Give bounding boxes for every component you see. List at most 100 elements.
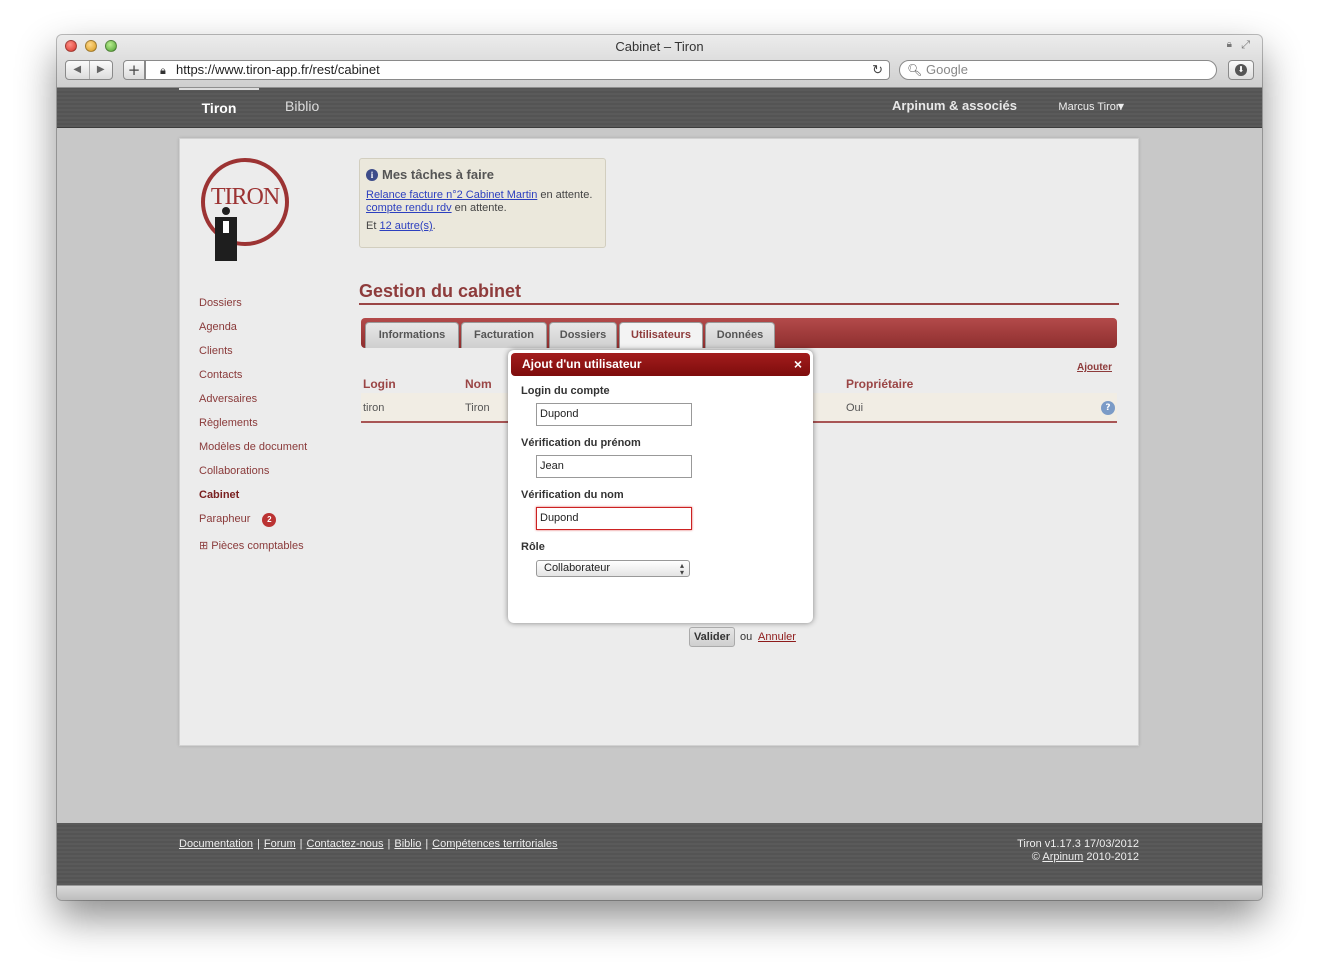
lock-icon: 🔒︎ bbox=[1226, 39, 1232, 50]
task-status: en attente. bbox=[451, 202, 507, 214]
task-status: en attente. bbox=[537, 189, 593, 201]
task-link-compte-rendu[interactable]: compte rendu rdv bbox=[366, 202, 452, 214]
cell-login: tiron bbox=[363, 402, 385, 414]
tab-informations[interactable]: Informations bbox=[365, 322, 459, 348]
tiron-logo: TIRON bbox=[201, 158, 289, 261]
select-arrows-icon: ▴ ▾ bbox=[679, 561, 684, 577]
search-placeholder: Google bbox=[926, 62, 968, 77]
lastname-label: Vérification du nom bbox=[521, 489, 624, 501]
search-icon: 🔍︎ bbox=[907, 63, 923, 77]
url-text: https://www.tiron-app.fr/rest/cabinet bbox=[176, 62, 380, 77]
sidebar-item-adversaires[interactable]: Adversaires bbox=[199, 393, 349, 417]
firstname-input[interactable]: Jean bbox=[536, 455, 692, 478]
footer-link-competences[interactable]: Compétences territoriales bbox=[432, 838, 557, 850]
sidebar-item-reglements[interactable]: Règlements bbox=[199, 417, 349, 441]
forward-button[interactable]: ▶ bbox=[90, 61, 113, 79]
footer-link-documentation[interactable]: Documentation bbox=[179, 838, 253, 850]
login-input[interactable]: Dupond bbox=[536, 403, 692, 426]
task-link-relance[interactable]: Relance facture n°2 Cabinet Martin bbox=[366, 189, 537, 201]
login-label: Login du compte bbox=[521, 385, 610, 397]
role-select[interactable]: Collaborateur ▴ ▾ bbox=[536, 560, 690, 577]
copyright-years: 2010-2012 bbox=[1083, 851, 1139, 863]
sidebar-item-dossiers[interactable]: Dossiers bbox=[199, 297, 349, 321]
footer-link-contact[interactable]: Contactez-nous bbox=[307, 838, 384, 850]
or-text: ou bbox=[740, 631, 753, 643]
sidebar-item-pieces-comptables[interactable]: ⊞ Pièces comptables bbox=[199, 539, 349, 552]
lastname-input[interactable]: Dupond bbox=[536, 507, 692, 530]
add-user-dialog: Ajout d'un utilisateur × Login du compte… bbox=[508, 350, 813, 647]
url-bar[interactable]: 🔒︎ https://www.tiron-app.fr/rest/cabinet… bbox=[145, 60, 890, 80]
copyright-prefix: © bbox=[1031, 851, 1043, 863]
task-more: Et 12 autre(s). bbox=[366, 220, 599, 233]
history-buttons: ◀ ▶ bbox=[65, 60, 113, 80]
cell-nom: Tiron bbox=[465, 402, 490, 414]
sidebar-item-collaborations[interactable]: Collaborations bbox=[199, 465, 349, 489]
tab-facturation[interactable]: Facturation bbox=[461, 322, 547, 348]
app-top-nav: Tiron Biblio Arpinum & associés Marcus T… bbox=[57, 88, 1262, 128]
help-icon[interactable]: ? bbox=[1101, 401, 1115, 415]
column-header-login: Login bbox=[363, 377, 396, 391]
notification-badge: 2 bbox=[262, 513, 277, 527]
tab-dossiers[interactable]: Dossiers bbox=[549, 322, 617, 348]
search-field[interactable]: 🔍︎ Google bbox=[899, 60, 1217, 80]
sidebar-item-agenda[interactable]: Agenda bbox=[199, 321, 349, 345]
caret-down-icon[interactable]: ▼ bbox=[1118, 102, 1124, 111]
browser-titlebar: Cabinet – Tiron 🔒︎ ⤢ ◀ ▶ + 🔒︎ https://ww… bbox=[57, 35, 1262, 88]
tasks-box: i Mes tâches à faire Relance facture n°2 … bbox=[359, 158, 606, 248]
firm-name[interactable]: Arpinum & associés bbox=[892, 88, 1017, 124]
sidebar-item-parapheur[interactable]: Parapheur 2 bbox=[199, 513, 349, 537]
info-icon: i bbox=[366, 169, 378, 181]
reload-icon[interactable]: ↻ bbox=[872, 61, 883, 79]
sidebar-item-modeles[interactable]: Modèles de document bbox=[199, 441, 349, 465]
column-header-nom: Nom bbox=[465, 377, 492, 391]
task-more-prefix: Et bbox=[366, 220, 380, 232]
downloads-button[interactable]: ⬇ bbox=[1228, 60, 1254, 80]
nav-tab-tiron[interactable]: Tiron bbox=[179, 88, 259, 128]
footer-links: Documentation | Forum | Contactez-nous | Bibli… bbox=[179, 838, 558, 850]
tab-utilisateurs[interactable]: Utilisateurs bbox=[619, 322, 703, 348]
sidebar-item-label: Parapheur bbox=[199, 513, 251, 525]
firstname-label: Vérification du prénom bbox=[521, 437, 641, 449]
sidebar-item-contacts[interactable]: Contacts bbox=[199, 369, 349, 393]
cell-proprietaire: Oui bbox=[846, 402, 864, 414]
copyright: © Arpinum 2010-2012 bbox=[1017, 851, 1139, 864]
cancel-link[interactable]: Annuler bbox=[758, 631, 796, 643]
role-select-value: Collaborateur bbox=[544, 562, 611, 574]
back-button[interactable]: ◀ bbox=[66, 61, 90, 79]
browser-window: Cabinet – Tiron 🔒︎ ⤢ ◀ ▶ + 🔒︎ https://ww… bbox=[57, 35, 1262, 900]
submit-button[interactable]: Valider bbox=[689, 627, 735, 647]
task-item: compte rendu rdv en attente. bbox=[366, 202, 599, 215]
tasks-title: i Mes tâches à faire bbox=[366, 167, 599, 182]
close-icon[interactable]: × bbox=[794, 353, 802, 376]
version-text: Tiron v1.17.3 17/03/2012 bbox=[1017, 838, 1139, 850]
user-menu[interactable]: Marcus Tiron bbox=[1058, 88, 1122, 126]
task-item: Relance facture n°2 Cabinet Martin en at… bbox=[366, 189, 599, 202]
sidebar: Dossiers Agenda Clients Contacts Adversa… bbox=[199, 297, 349, 552]
footer-info: Tiron v1.17.3 17/03/2012 © Arpinum 2010-… bbox=[1017, 838, 1139, 864]
add-user-link[interactable]: Ajouter bbox=[1077, 362, 1112, 373]
dialog-header: Ajout d'un utilisateur × bbox=[511, 353, 810, 376]
logo-text: TIRON bbox=[211, 184, 280, 210]
window-title: Cabinet – Tiron bbox=[615, 39, 704, 54]
tasks-title-text: Mes tâches à faire bbox=[382, 167, 495, 182]
browser-status-bar bbox=[57, 885, 1262, 900]
new-tab-button[interactable]: + bbox=[123, 60, 145, 80]
sidebar-item-clients[interactable]: Clients bbox=[199, 345, 349, 369]
footer-link-forum[interactable]: Forum bbox=[264, 838, 296, 850]
sidebar-item-cabinet[interactable]: Cabinet bbox=[199, 489, 349, 513]
footer: Documentation | Forum | Contactez-nous | Bibli… bbox=[57, 823, 1262, 885]
section-tabs: Informations Facturation Dossiers Utilis… bbox=[361, 318, 1117, 348]
download-icon: ⬇ bbox=[1235, 64, 1247, 76]
footer-link-biblio[interactable]: Biblio bbox=[394, 838, 421, 850]
fullscreen-icon[interactable]: ⤢ bbox=[1241, 38, 1250, 52]
dialog-title: Ajout d'un utilisateur bbox=[522, 357, 642, 371]
arpinum-link[interactable]: Arpinum bbox=[1042, 851, 1083, 863]
secure-lock-icon: 🔒︎ bbox=[160, 65, 166, 77]
column-header-proprietaire: Propriétaire bbox=[846, 377, 914, 391]
task-more-link[interactable]: 12 autre(s) bbox=[379, 220, 432, 232]
page-title: Gestion du cabinet bbox=[359, 281, 1119, 305]
role-label: Rôle bbox=[521, 541, 545, 553]
nav-tab-biblio[interactable]: Biblio bbox=[285, 88, 319, 128]
tab-donnees[interactable]: Données bbox=[705, 322, 775, 348]
task-more-suffix: . bbox=[432, 220, 436, 232]
